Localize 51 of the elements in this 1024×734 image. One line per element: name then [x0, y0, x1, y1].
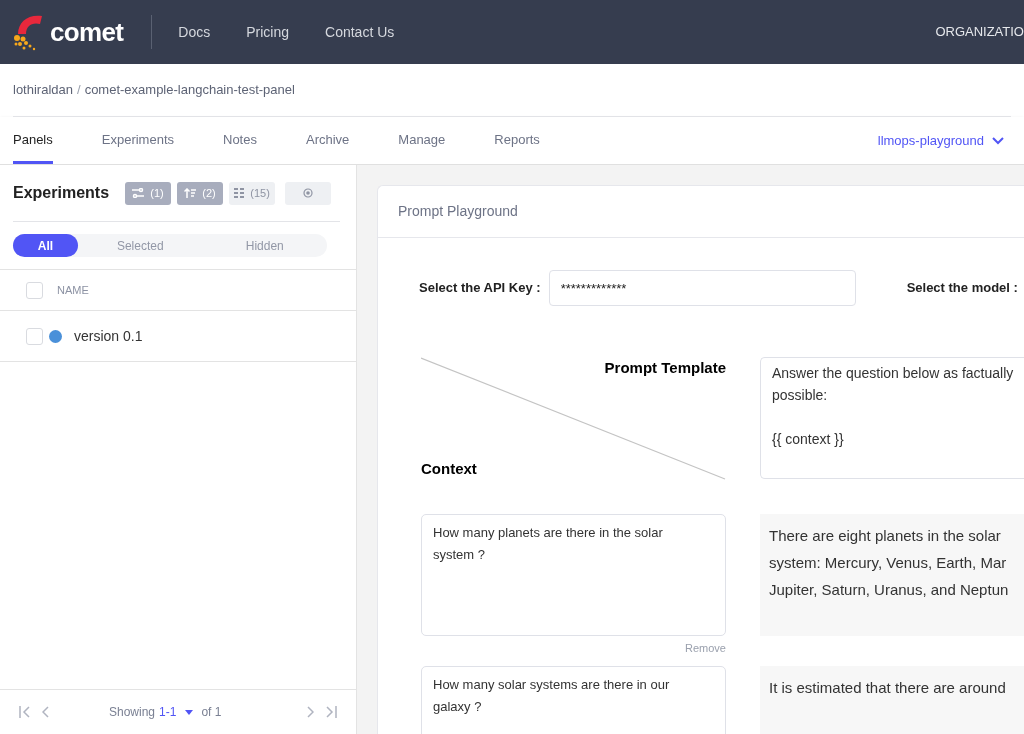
field-label: Select the API Key :: [419, 279, 541, 298]
template-field[interactable]: Answer the question below as factually possible: {{ context }}: [760, 357, 1024, 479]
filter-option[interactable]: Hidden: [202, 234, 327, 257]
card-title: Prompt Playground: [398, 202, 518, 221]
tab[interactable]: Notes: [223, 117, 257, 164]
sidebar-title: Experiments: [13, 183, 110, 203]
last-page-icon[interactable]: [324, 706, 338, 718]
experiment-name[interactable]: version 0.1: [74, 325, 143, 347]
sliders-icon: [132, 188, 145, 198]
chevron-down-icon: [992, 136, 1004, 145]
brand-name: comet: [50, 15, 124, 49]
answer-text: There are eight planets in the solar: [769, 526, 1002, 546]
toolbar-button[interactable]: (15): [229, 181, 276, 205]
nav-link[interactable]: Pricing: [246, 21, 290, 43]
remove-link[interactable]: Remove: [685, 640, 726, 657]
caret-icon: [185, 709, 194, 715]
grid-icon: [234, 188, 245, 198]
filter-option[interactable]: Selected: [78, 234, 203, 257]
column-label: Prompt Template: [604, 358, 726, 378]
checkbox[interactable]: [26, 281, 43, 299]
project-name: comet-example-langchain-test-panel: [84, 81, 295, 100]
breadcrumb-link[interactable]: lothiraldan: [13, 80, 73, 100]
sort-icon: [184, 188, 197, 198]
toolbar-button[interactable]: [285, 181, 332, 205]
breadcrumb-separator: /: [77, 81, 81, 100]
nav-link[interactable]: Docs: [178, 21, 211, 43]
target-icon: [303, 188, 314, 198]
workspace-dropdown[interactable]: llmops-playground: [877, 117, 1004, 164]
answer-text: system: Mercury, Venus, Earth, Mar: [769, 553, 1008, 573]
next-page-icon[interactable]: [306, 706, 314, 718]
tab[interactable]: Manage: [398, 117, 446, 164]
page-total: of 1: [201, 704, 222, 721]
nav-link[interactable]: Contact Us: [325, 21, 395, 43]
checkbox[interactable]: [26, 327, 43, 345]
row-label: Context: [421, 458, 477, 479]
previous-page-icon[interactable]: [42, 706, 50, 718]
page-range-dropdown[interactable]: 1-1: [159, 703, 194, 721]
first-page-icon[interactable]: [18, 706, 32, 718]
filter-option[interactable]: All: [13, 234, 78, 257]
question-field[interactable]: How many solar systems are there in our galaxy ?: [421, 665, 726, 734]
tab[interactable]: Archive: [305, 117, 350, 164]
answer-text: Jupiter, Saturn, Uranus, and Neptun: [769, 580, 1010, 600]
field-label: Select the model :: [906, 279, 1018, 298]
pager-label: Showing: [109, 704, 156, 721]
api-key-field[interactable]: *************: [548, 270, 856, 306]
answer-text: It is estimated that there are around: [769, 677, 1007, 698]
question-field[interactable]: How many planets are there in the solar system ?: [421, 514, 726, 636]
column-header: NAME: [57, 282, 89, 298]
tab[interactable]: Reports: [494, 117, 540, 164]
organization-menu[interactable]: ORGANIZATIO: [935, 22, 1024, 42]
tab[interactable]: Experiments: [101, 117, 174, 164]
